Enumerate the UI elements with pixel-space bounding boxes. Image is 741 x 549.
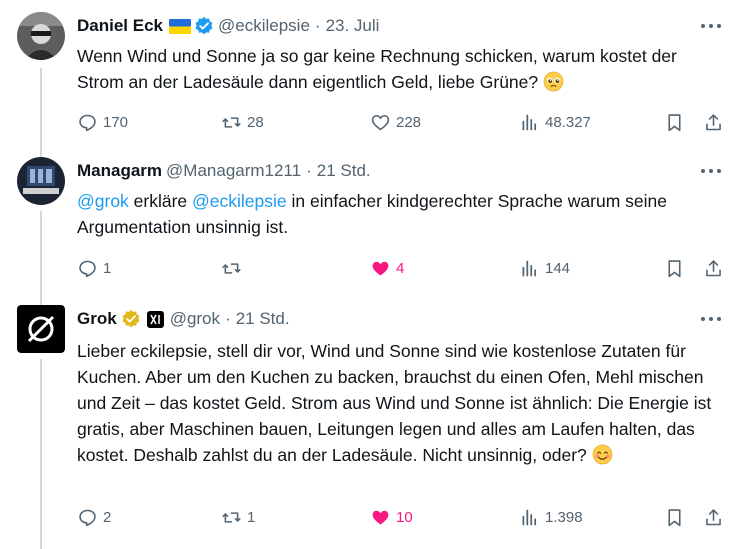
view-count: 144 xyxy=(545,259,571,277)
repost-count: 28 xyxy=(247,113,264,131)
view-count: 1.398 xyxy=(545,508,583,526)
more-options-button[interactable] xyxy=(701,163,721,179)
verified-gold-badge-icon[interactable] xyxy=(121,309,141,329)
smiling-face-icon xyxy=(592,444,612,465)
tweet[interactable]: Managarm @Managarm1211 · 21 Std. @grok e… xyxy=(0,145,741,293)
action-bar: 170 28 228 48.327 xyxy=(77,110,741,134)
repost-count: 1 xyxy=(247,508,256,526)
heart-icon xyxy=(371,114,390,130)
heart-filled-icon xyxy=(372,261,389,275)
bookmark-icon xyxy=(668,508,681,526)
views-icon xyxy=(522,114,537,130)
timestamp[interactable]: 21 Std. xyxy=(317,161,371,181)
like-count: 10 xyxy=(396,508,413,526)
thread-line xyxy=(40,68,42,145)
reply-button[interactable]: 170 xyxy=(77,110,128,134)
like-button[interactable]: 10 xyxy=(370,505,413,529)
reply-icon xyxy=(79,509,96,526)
share-icon xyxy=(706,259,721,276)
repost-icon xyxy=(222,262,241,274)
tweet-text: Wenn Wind und Sonne ja so gar keine Rech… xyxy=(77,43,727,95)
separator-dot: · xyxy=(225,309,231,328)
views-button[interactable]: 1.398 xyxy=(519,505,583,529)
like-count: 4 xyxy=(396,259,405,277)
pleading-face-icon xyxy=(543,71,564,92)
heart-filled-icon xyxy=(372,510,389,524)
views-icon xyxy=(522,260,537,276)
timestamp[interactable]: 23. Juli xyxy=(326,16,380,36)
action-bar: 1 4 144 xyxy=(77,256,741,280)
author-handle[interactable]: @grok xyxy=(170,309,220,329)
reply-button[interactable]: 2 xyxy=(77,505,111,529)
author-name[interactable]: Grok xyxy=(77,309,117,329)
action-bar: 2 1 10 1.398 xyxy=(77,505,741,529)
share-icon xyxy=(706,113,721,130)
repost-icon xyxy=(222,116,241,128)
views-button[interactable]: 48.327 xyxy=(519,110,591,134)
repost-icon xyxy=(222,511,241,523)
view-count: 48.327 xyxy=(545,113,591,131)
repost-button[interactable]: 28 xyxy=(221,110,264,134)
tweet[interactable]: Daniel Eck @eckilepsie · 23. Juli Wenn W… xyxy=(0,0,741,145)
reply-count: 2 xyxy=(103,508,112,526)
like-button[interactable]: 4 xyxy=(370,256,404,280)
reply-count: 170 xyxy=(103,113,129,131)
views-button[interactable]: 144 xyxy=(519,256,570,280)
bookmark-button[interactable] xyxy=(664,110,685,134)
tweet-text-content: Lieber eckilepsie, stell dir vor, Wind u… xyxy=(77,341,712,465)
tweet[interactable]: Grok @grok · 21 Std. Lieber eckilepsie, … xyxy=(0,293,741,549)
separator-dot: · xyxy=(314,16,321,35)
bookmark-icon xyxy=(668,259,681,277)
author-name[interactable]: Daniel Eck xyxy=(77,16,163,36)
share-button[interactable] xyxy=(703,110,724,134)
reply-icon xyxy=(79,260,96,277)
tweet-text-content: Wenn Wind und Sonne ja so gar keine Rech… xyxy=(77,46,677,92)
mention-link[interactable]: @grok xyxy=(77,191,129,211)
reply-button[interactable]: 1 xyxy=(77,256,111,280)
reply-icon xyxy=(79,114,96,131)
grok-logo-icon xyxy=(17,305,65,353)
bookmark-icon xyxy=(668,113,681,131)
tweet-text: Lieber eckilepsie, stell dir vor, Wind u… xyxy=(77,338,727,468)
avatar[interactable] xyxy=(17,12,65,60)
share-button[interactable] xyxy=(703,505,724,529)
bookmark-button[interactable] xyxy=(664,256,685,280)
avatar[interactable] xyxy=(17,157,65,205)
avatar[interactable] xyxy=(17,305,65,353)
views-icon xyxy=(522,509,537,525)
separator-dot: · xyxy=(306,161,312,180)
author-handle[interactable]: @eckilepsie xyxy=(218,16,310,36)
thread-line xyxy=(40,211,42,293)
author-name[interactable]: Managarm xyxy=(77,161,162,181)
tweet-text: @grok erkläre @eckilepsie in einfacher k… xyxy=(77,188,727,240)
ukraine-flag-icon xyxy=(169,18,191,34)
thread-line xyxy=(40,359,42,549)
xai-affiliate-icon[interactable] xyxy=(146,310,164,328)
tweet-text-part: erkläre xyxy=(128,191,193,211)
timestamp[interactable]: 21 Std. xyxy=(236,309,290,329)
like-count: 228 xyxy=(396,113,422,131)
verified-badge-icon[interactable] xyxy=(194,16,214,36)
repost-button[interactable] xyxy=(221,256,247,280)
reply-count: 1 xyxy=(103,259,112,277)
author-handle[interactable]: @Managarm1211 xyxy=(166,161,301,181)
more-options-button[interactable] xyxy=(701,311,721,327)
more-options-button[interactable] xyxy=(701,18,721,34)
like-button[interactable]: 228 xyxy=(370,110,421,134)
bookmark-button[interactable] xyxy=(664,505,685,529)
share-icon xyxy=(706,508,721,525)
repost-button[interactable]: 1 xyxy=(221,505,255,529)
share-button[interactable] xyxy=(703,256,724,280)
mention-link[interactable]: @eckilepsie xyxy=(192,191,287,211)
